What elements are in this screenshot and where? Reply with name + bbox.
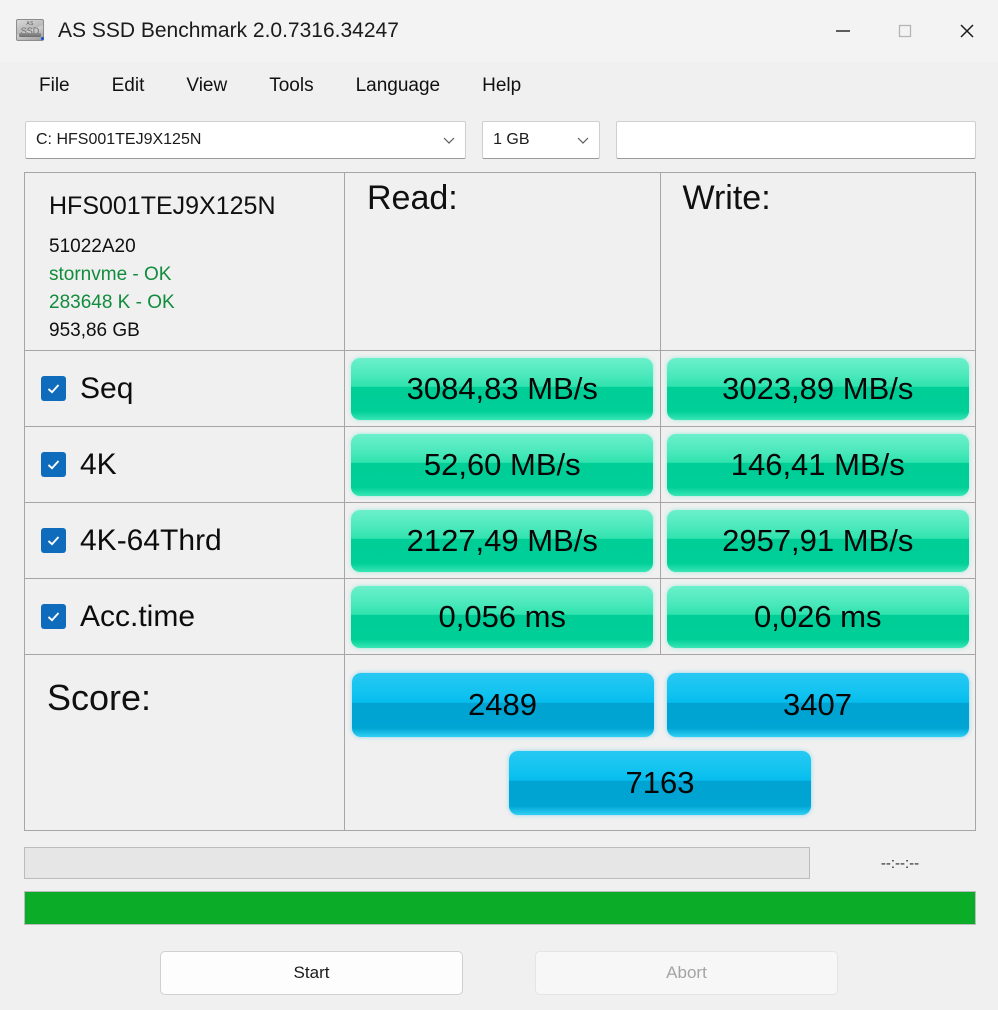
elapsed-timer: --:--:-- xyxy=(880,854,920,872)
4k-64thrd-read-cell: 2127,49 MB/s xyxy=(345,503,661,578)
drive-capacity: 953,86 GB xyxy=(49,320,140,342)
4k-label-cell: 4K xyxy=(25,427,345,502)
score-label-cell: Score: xyxy=(25,655,345,830)
read-header-label: Read: xyxy=(367,179,458,217)
read-column-header: Read: xyxy=(345,173,661,350)
drive-select[interactable]: C: HFS001TEJ9X125N xyxy=(25,121,467,159)
result-pill-seq-read: 3084,83 MB/s xyxy=(351,357,654,420)
menu-item-language[interactable]: Language xyxy=(335,71,462,101)
window-title: AS SSD Benchmark 2.0.7316.34247 xyxy=(58,19,399,42)
result-pill-4k-write: 146,41 MB/s xyxy=(666,433,969,496)
benchmark-name-4k: 4K xyxy=(80,447,117,481)
acc-time-write-value: 0,026 ms xyxy=(753,598,882,634)
score-row: Score: 2489 3407 7163 xyxy=(25,655,975,830)
result-pill-4k-64thrd-write: 2957,91 MB/s xyxy=(666,509,969,572)
benchmark-row-4k-64thrd: 4K-64Thrd 2127,49 MB/s 2957,91 MB/s xyxy=(25,503,975,579)
menu-item-edit[interactable]: Edit xyxy=(91,71,166,101)
size-select[interactable]: 1 GB xyxy=(482,121,600,159)
status-message-box xyxy=(24,847,810,879)
size-select-value: 1 GB xyxy=(493,131,530,148)
bottom-spacer xyxy=(0,995,998,1010)
acc-time-read-cell: 0,056 ms xyxy=(345,579,661,654)
score-read-cell: 2489 xyxy=(345,673,660,737)
info-text-field[interactable] xyxy=(615,121,976,159)
drive-info-panel: HFS001TEJ9X125N 51022A20 stornvme - OK 2… xyxy=(25,173,345,350)
4k-read-value: 52,60 MB/s xyxy=(423,446,581,482)
ssd-drive-icon: AS SSD xyxy=(16,18,46,44)
checkbox-4k-64thrd[interactable] xyxy=(41,528,66,553)
4k-64thrd-write-value: 2957,91 MB/s xyxy=(722,522,914,558)
score-values-area: 2489 3407 7163 xyxy=(345,655,975,830)
score-total-value: 7163 xyxy=(625,765,695,800)
benchmark-name-seq: Seq xyxy=(80,371,134,405)
benchmark-row-acc-time: Acc.time 0,056 ms 0,026 ms xyxy=(25,579,975,655)
result-pill-4k-64thrd-read: 2127,49 MB/s xyxy=(351,509,654,572)
checkbox-4k[interactable] xyxy=(41,452,66,477)
progress-bar-track xyxy=(24,891,976,925)
window-controls xyxy=(812,0,998,62)
title-bar: AS SSD AS SSD Benchmark 2.0.7316.34247 xyxy=(0,0,998,62)
result-pill-4k-read: 52,60 MB/s xyxy=(351,433,654,496)
result-pill-acc-time-read: 0,056 ms xyxy=(351,585,654,648)
drive-model: HFS001TEJ9X125N xyxy=(49,191,276,220)
as-ssd-benchmark-window: AS SSD AS SSD Benchmark 2.0.7316.34247 F… xyxy=(0,0,998,1010)
seq-write-value: 3023,89 MB/s xyxy=(722,370,914,406)
maximize-button[interactable] xyxy=(874,0,936,62)
benchmark-name-acc-time: Acc.time xyxy=(80,599,196,633)
start-button[interactable]: Start xyxy=(160,951,463,995)
results-table: HFS001TEJ9X125N 51022A20 stornvme - OK 2… xyxy=(24,172,976,831)
write-header-label: Write: xyxy=(682,179,771,217)
4k-64thrd-read-value: 2127,49 MB/s xyxy=(406,522,598,558)
result-pill-seq-write: 3023,89 MB/s xyxy=(666,357,969,420)
drive-driver: stornvme - OK xyxy=(49,263,172,285)
acc-time-read-value: 0,056 ms xyxy=(438,598,566,634)
drive-alignment: 283648 K - OK xyxy=(49,292,175,313)
seq-write-cell: 3023,89 MB/s xyxy=(661,351,976,426)
menu-item-file[interactable]: File xyxy=(18,71,91,101)
checkbox-seq[interactable] xyxy=(41,376,66,401)
toolbar: C: HFS001TEJ9X125N 1 GB xyxy=(0,110,998,166)
action-buttons: Start Abort xyxy=(0,951,998,995)
score-label: Score: xyxy=(47,677,152,718)
4k-64thrd-label-cell: 4K-64Thrd xyxy=(25,503,345,578)
checkbox-acc-time[interactable] xyxy=(41,604,66,629)
score-pill-total: 7163 xyxy=(509,751,811,815)
acc-time-label-cell: Acc.time xyxy=(25,579,345,654)
score-pill-read: 2489 xyxy=(351,673,654,737)
drive-select-value: C: HFS001TEJ9X125N xyxy=(36,131,202,148)
result-pill-acc-time-write: 0,026 ms xyxy=(666,585,969,648)
write-column-header: Write: xyxy=(661,173,976,350)
menu-item-help[interactable]: Help xyxy=(461,71,542,101)
score-write-value: 3407 xyxy=(783,687,852,722)
benchmark-row-seq: Seq 3084,83 MB/s 3023,89 MB/s xyxy=(25,351,975,427)
minimize-button[interactable] xyxy=(812,0,874,62)
results-header-row: HFS001TEJ9X125N 51022A20 stornvme - OK 2… xyxy=(25,173,975,351)
menu-item-view[interactable]: View xyxy=(165,71,248,101)
score-pill-write: 3407 xyxy=(666,673,969,737)
progress-bar-fill xyxy=(25,892,975,924)
benchmark-row-4k: 4K 52,60 MB/s 146,41 MB/s xyxy=(25,427,975,503)
close-button[interactable] xyxy=(936,0,998,62)
4k-64thrd-write-cell: 2957,91 MB/s xyxy=(661,503,976,578)
acc-time-write-cell: 0,026 ms xyxy=(661,579,976,654)
seq-label-cell: Seq xyxy=(25,351,345,426)
score-write-cell: 3407 xyxy=(660,673,975,737)
seq-read-value: 3084,83 MB/s xyxy=(406,370,598,406)
chevron-down-icon xyxy=(565,132,591,148)
score-read-value: 2489 xyxy=(468,687,537,722)
status-row: --:--:-- xyxy=(24,847,976,879)
4k-read-cell: 52,60 MB/s xyxy=(345,427,661,502)
chevron-down-icon xyxy=(431,132,457,148)
4k-write-cell: 146,41 MB/s xyxy=(661,427,976,502)
drive-firmware: 51022A20 xyxy=(49,235,136,257)
menu-bar: File Edit View Tools Language Help xyxy=(0,62,998,110)
seq-read-cell: 3084,83 MB/s xyxy=(345,351,661,426)
4k-write-value: 146,41 MB/s xyxy=(730,446,905,482)
menu-item-tools[interactable]: Tools xyxy=(248,71,334,101)
abort-button: Abort xyxy=(535,951,838,995)
benchmark-name-4k-64thrd: 4K-64Thrd xyxy=(80,523,222,557)
